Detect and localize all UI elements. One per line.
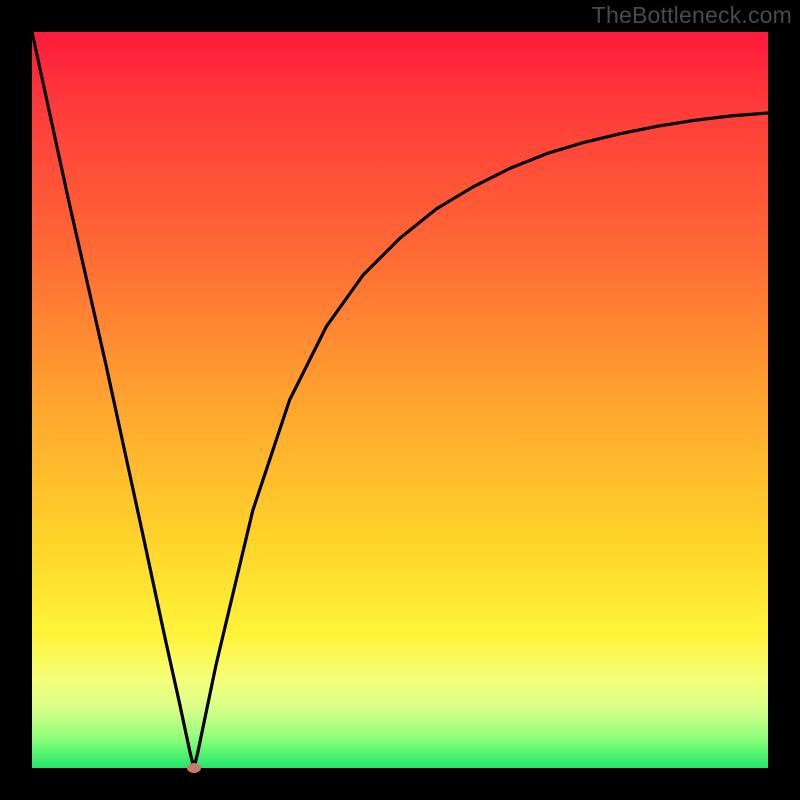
curve-svg	[32, 32, 768, 768]
optimum-marker	[187, 763, 201, 773]
chart-frame: TheBottleneck.com	[0, 0, 800, 800]
bottleneck-curve	[32, 32, 768, 768]
plot-area	[32, 32, 768, 768]
watermark-text: TheBottleneck.com	[592, 2, 792, 29]
